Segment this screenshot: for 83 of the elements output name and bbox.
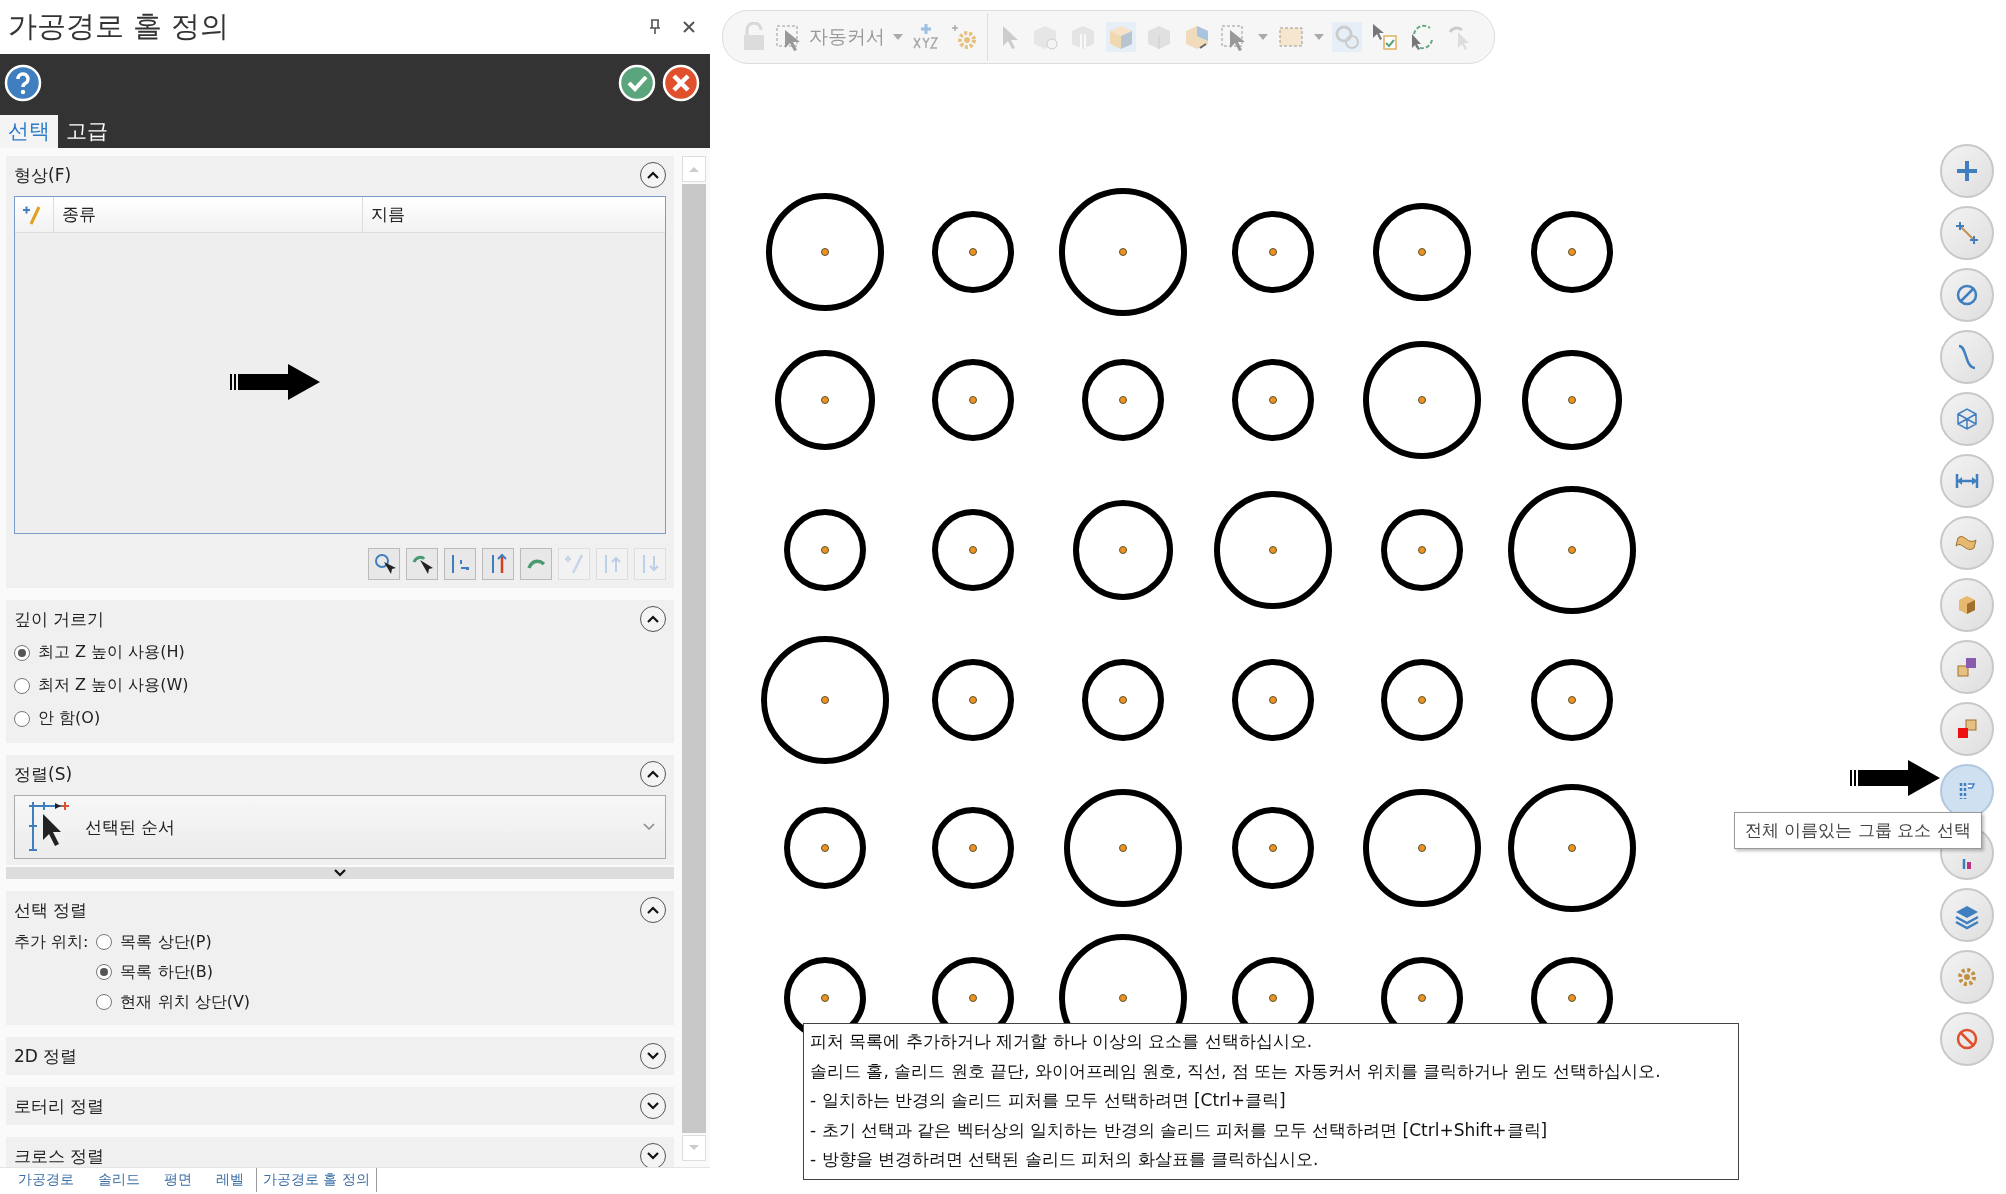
- collapse-button[interactable]: [640, 162, 666, 188]
- cursor-checklist-icon[interactable]: [1370, 22, 1400, 52]
- prompt-line: - 일치하는 반경의 솔리드 피처를 모두 선택하려면 [Ctrl+클릭]: [810, 1089, 1287, 1112]
- arrow-icon: [1850, 760, 1940, 796]
- radio-button[interactable]: [96, 964, 113, 980]
- radio-label[interactable]: 현재 위치 상단(V): [120, 991, 251, 1013]
- list-tool-button[interactable]: [368, 548, 400, 580]
- radio-button[interactable]: [14, 710, 30, 727]
- close-icon[interactable]: [682, 20, 696, 34]
- feature-list[interactable]: 종류 지름: [14, 196, 666, 534]
- panel-tab[interactable]: 선택: [0, 115, 58, 148]
- radio-label[interactable]: 최저 Z 높이 사용(W): [38, 675, 189, 696]
- section-title: 2D 정렬: [14, 1044, 78, 1068]
- caret-icon[interactable]: [1258, 34, 1268, 40]
- prompt-line: 피처 목록에 추가하거나 제거할 하나 이상의 요소를 선택하십시오.: [810, 1030, 1314, 1053]
- pin-icon[interactable]: [648, 19, 662, 35]
- caret-icon[interactable]: [1314, 34, 1324, 40]
- help-icon[interactable]: [4, 64, 42, 102]
- sort-dropdown[interactable]: 선택된 순서: [14, 795, 666, 859]
- collapse-button[interactable]: [640, 606, 666, 632]
- tool-button[interactable]: [1940, 702, 1994, 756]
- radio-button[interactable]: [14, 644, 30, 661]
- tool-button[interactable]: [1940, 392, 1994, 446]
- tool-button[interactable]: [1940, 640, 1994, 694]
- bottom-tab[interactable]: 가공경로: [6, 1168, 86, 1192]
- tool-button[interactable]: [1940, 578, 1994, 632]
- tool-button[interactable]: [1940, 950, 1994, 1004]
- cancel-icon[interactable]: [662, 64, 700, 102]
- column-header[interactable]: 지름: [363, 197, 665, 232]
- list-tool-button[interactable]: [406, 548, 438, 580]
- chevron-up-icon: [646, 170, 660, 180]
- panel-title: 가공경로 홀 정의: [8, 8, 231, 45]
- coordinates-icon[interactable]: [911, 22, 941, 52]
- collapse-button[interactable]: [640, 761, 666, 787]
- caret-icon[interactable]: [893, 34, 903, 40]
- section-title: 로터리 정렬: [14, 1094, 105, 1118]
- section-title: 정렬(S): [14, 762, 73, 786]
- add-edit-icon: [562, 552, 586, 576]
- chevron-up-icon: [646, 614, 660, 624]
- radio-button[interactable]: [96, 934, 113, 950]
- prompt-line: - 초기 선택과 같은 벡터상의 일치하는 반경의 솔리드 피처를 모두 선택하려면 [Ctrl+Shift+클릭]: [810, 1118, 1549, 1142]
- chevron-down-icon: [646, 1101, 660, 1111]
- section-title: 선택 정렬: [14, 898, 88, 922]
- bottom-tab[interactable]: 가공경로 홀 정의: [256, 1168, 377, 1192]
- chevron-down-icon: [333, 868, 347, 878]
- tool-button[interactable]: [1940, 330, 1994, 384]
- chevron-down-icon: [646, 1151, 660, 1161]
- chevron-up-icon: [646, 769, 660, 779]
- bottom-tab[interactable]: 평면: [152, 1168, 204, 1192]
- section-title: 형상(F): [14, 163, 72, 187]
- chevron-up-icon: [646, 905, 660, 915]
- radio-label[interactable]: 안 함(O): [38, 708, 101, 729]
- tool-button[interactable]: [1940, 1012, 1994, 1066]
- arrow-icon: [230, 362, 322, 402]
- tool-button[interactable]: [1940, 206, 1994, 260]
- radio-label[interactable]: 목록 상단(P): [120, 931, 212, 953]
- section-title: 깊이 거르기: [14, 607, 105, 631]
- radio-button[interactable]: [96, 994, 113, 1010]
- tool-button[interactable]: [1940, 454, 1994, 508]
- bottom-tab[interactable]: 솔리드: [86, 1168, 152, 1192]
- section-title: 크로스 정렬: [14, 1144, 105, 1168]
- expand-button[interactable]: [640, 1043, 666, 1069]
- ok-icon[interactable]: [618, 64, 656, 102]
- bottom-tab[interactable]: 레벨: [204, 1168, 256, 1192]
- radio-label[interactable]: 최고 Z 높이 사용(H): [38, 642, 185, 663]
- prompt-line: - 방향을 변경하려면 선택된 솔리드 피처의 화살표를 클릭하십시오.: [810, 1148, 1320, 1171]
- tooltip: 전체 이름있는 그룹 요소 선택: [1734, 812, 1982, 849]
- radio-button[interactable]: [14, 677, 30, 694]
- tool-button[interactable]: [1940, 888, 1994, 942]
- search-cursor-icon: [372, 552, 396, 576]
- dropdown-caret-icon: [643, 823, 655, 831]
- panel-tab[interactable]: 고급: [58, 115, 116, 148]
- column-header[interactable]: 종류: [54, 197, 363, 232]
- expand-button[interactable]: [640, 1143, 666, 1169]
- prompt-line: 솔리드 홀, 솔리드 원호 끝단, 와이어프레임 원호, 직선, 점 또는 자동커서 위치를 클릭하거나 윈도 선택하십시오.: [810, 1059, 1662, 1083]
- collapse-button[interactable]: [640, 897, 666, 923]
- chevron-down-icon: [646, 1051, 660, 1061]
- field-label: 추가 위치:: [14, 930, 89, 953]
- tool-button[interactable]: [1940, 144, 1994, 198]
- expand-button[interactable]: [640, 1093, 666, 1119]
- radio-label[interactable]: 목록 하단(B): [120, 961, 214, 983]
- tool-button[interactable]: [1940, 516, 1994, 570]
- tool-button[interactable]: [1940, 268, 1994, 322]
